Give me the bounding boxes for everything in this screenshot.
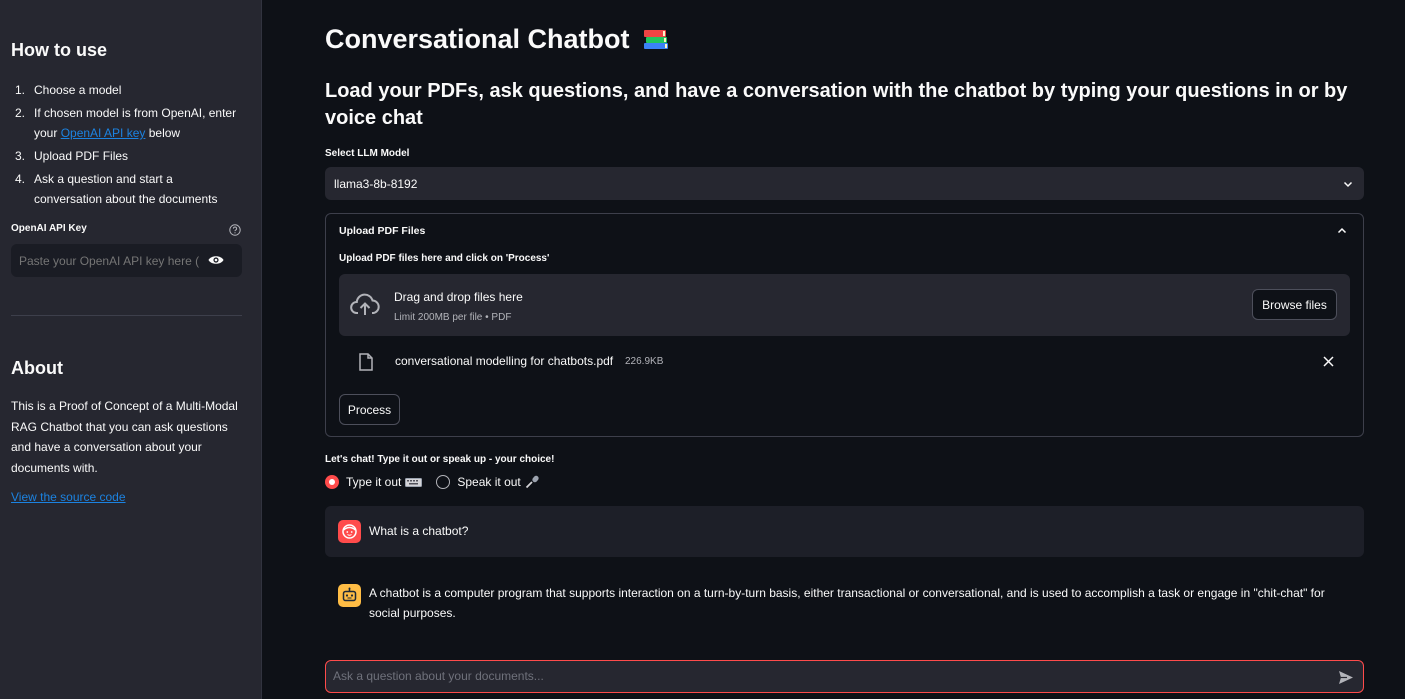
radio-selected-indicator[interactable] (325, 475, 339, 489)
send-icon[interactable] (1338, 670, 1354, 685)
dropzone-instruction: Drag and drop files here (394, 290, 523, 304)
sidebar: How to use 1. Choose a model 2. If chose… (0, 0, 262, 699)
api-key-field[interactable] (11, 244, 242, 277)
model-select-label: Select LLM Model (325, 148, 410, 159)
radio-unselected-indicator[interactable] (436, 475, 451, 489)
chevron-up-icon[interactable] (1336, 225, 1348, 237)
eye-icon[interactable] (208, 253, 224, 267)
step-text-post: below (145, 126, 181, 140)
chat-input-box[interactable] (325, 660, 1364, 693)
page-title: Conversational Chatbot (325, 24, 669, 55)
assistant-message-text: A chatbot is a computer program that sup… (369, 586, 1325, 620)
step-number: 2. (15, 106, 26, 120)
list-item: 3. Upload PDF Files (11, 146, 242, 166)
bot-avatar-icon (338, 584, 361, 607)
microphone-icon (525, 475, 539, 489)
sidebar-divider (11, 315, 242, 316)
radio-label: Type it out (346, 475, 402, 489)
list-item: 1. Choose a model (11, 80, 242, 100)
how-to-use-heading: How to use (11, 40, 108, 60)
keyboard-icon (405, 477, 423, 487)
step-text: Choose a model (34, 83, 122, 97)
chat-message-user: What is a chatbot? (325, 506, 1364, 557)
help-icon[interactable] (229, 224, 241, 236)
radio-label: Speak it out (457, 475, 521, 489)
user-avatar-icon (338, 520, 361, 543)
model-select-value: llama3-8b-8192 (334, 176, 418, 191)
view-source-link[interactable]: View the source code (11, 490, 126, 504)
uploaded-file: conversational modelling for chatbots.pd… (344, 352, 1334, 372)
process-button[interactable]: Process (339, 394, 400, 425)
upload-expander: Upload PDF Files Upload PDF files here a… (325, 213, 1364, 437)
step-text: Upload PDF Files (34, 149, 129, 163)
api-key-input[interactable] (19, 253, 199, 268)
page-title-text: Conversational Chatbot (325, 24, 630, 54)
about-heading: About (11, 358, 63, 378)
api-key-label: OpenAI API Key (11, 223, 87, 234)
close-icon[interactable] (1323, 356, 1334, 367)
step-number: 4. (15, 172, 26, 186)
chevron-down-icon (1343, 181, 1353, 188)
step-text: Ask a question and start a conversation … (34, 172, 218, 206)
upload-label: Upload PDF files here and click on 'Proc… (339, 253, 550, 264)
radio-type-it-out[interactable]: Type it out (325, 475, 423, 489)
list-item: 2. If chosen model is from OpenAI, enter… (11, 103, 242, 143)
openai-api-key-link[interactable]: OpenAI API key (61, 126, 146, 140)
step-number: 1. (15, 83, 26, 97)
cloud-upload-icon (350, 293, 380, 315)
model-select[interactable]: llama3-8b-8192 (325, 167, 1364, 200)
about-text: This is a Proof of Concept of a Multi-Mo… (11, 399, 238, 475)
browse-files-button[interactable]: Browse files (1252, 289, 1337, 320)
chat-mode-radio-group: Type it out Speak it out (325, 475, 553, 489)
list-item: 4. Ask a question and start a conversati… (11, 169, 242, 209)
file-size: 226.9KB (625, 356, 664, 367)
step-text: If chosen model is from OpenAI, enter yo… (34, 103, 242, 143)
chat-input[interactable] (333, 669, 1323, 683)
user-message-text: What is a chatbot? (369, 524, 469, 538)
file-name: conversational modelling for chatbots.pd… (395, 354, 614, 368)
expander-title[interactable]: Upload PDF Files (339, 225, 425, 237)
chat-mode-label: Let's chat! Type it out or speak up - yo… (325, 454, 555, 465)
dropzone-limit: Limit 200MB per file • PDF (394, 312, 512, 323)
chat-message-assistant: A chatbot is a computer program that sup… (325, 581, 1364, 641)
books-icon (644, 30, 669, 49)
step-number: 3. (15, 149, 26, 163)
steps-list: 1. Choose a model 2. If chosen model is … (11, 80, 242, 212)
page-subtitle: Load your PDFs, ask questions, and have … (325, 80, 1348, 129)
file-icon (359, 353, 373, 371)
file-dropzone[interactable]: Drag and drop files here Limit 200MB per… (339, 274, 1350, 336)
radio-speak-it-out[interactable]: Speak it out (436, 475, 539, 489)
